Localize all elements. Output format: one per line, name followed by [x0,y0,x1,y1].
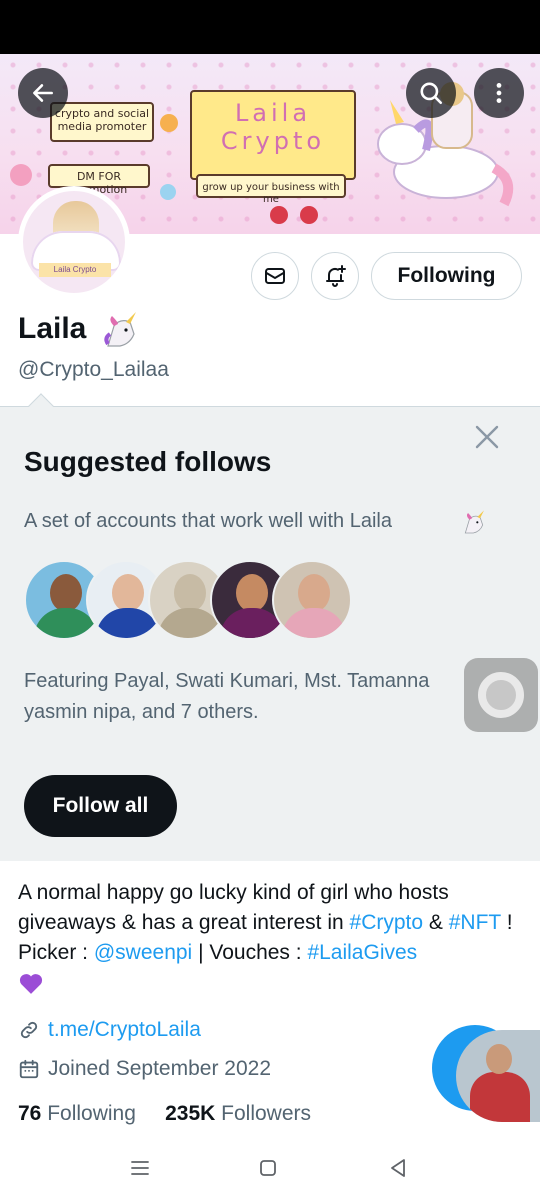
link-icon [20,1021,38,1039]
close-icon[interactable] [472,422,502,452]
banner-decoration [270,206,288,224]
assistive-ring-icon [478,672,524,718]
recent-apps-icon[interactable] [128,1156,152,1180]
unicorn-emoji-icon [464,510,484,534]
website-row[interactable]: t.me/CryptoLaila [18,1018,201,1042]
banner-sign-promoter: crypto and social media promoter [50,102,154,142]
followers-count: 235K [165,1102,216,1125]
following-button[interactable]: Following [371,252,522,300]
hashtag-link[interactable]: #LailaGives [307,941,417,964]
avatar-label: Laila Crypto [39,263,111,277]
suggested-avatar[interactable] [272,560,352,640]
search-button[interactable] [406,68,456,118]
mail-icon [265,268,285,284]
banner-sign-dm: DM FOR promotion [48,164,150,195]
suggested-follows-subtitle: A set of accounts that work well with La… [24,510,392,532]
back-button[interactable] [18,68,68,118]
bio-text: | Vouches : [192,941,308,964]
followers-count-link[interactable]: 235K Followers [165,1102,311,1125]
system-nav-bar [0,1138,540,1200]
hashtag-link[interactable]: #NFT [449,911,501,934]
followers-label: Followers [221,1102,312,1125]
banner-decoration [10,164,32,186]
banner-decoration [160,114,178,132]
notifications-button[interactable] [311,252,359,300]
website-link[interactable]: t.me/CryptoLaila [48,1018,201,1042]
featuring-text: Featuring Payal, Swati Kumari, Mst. Tama… [24,670,430,723]
profile-handle: @Crypto_Lailaa [18,358,169,381]
joined-date: Joined September 2022 [48,1057,271,1080]
back-nav-icon[interactable] [386,1156,410,1180]
bio-text: & [423,911,449,934]
home-icon[interactable] [256,1156,280,1180]
more-options-button[interactable] [474,68,524,118]
banner-tagline: grow up your business with me [196,174,346,205]
status-bar [0,0,540,54]
following-count-link[interactable]: 76 Following [18,1102,136,1125]
arrow-left-icon [33,84,53,102]
joined-row: Joined September 2022 [18,1057,271,1081]
suggested-follows-title: Suggested follows [24,446,272,477]
profile-name: Laila [18,312,87,345]
message-button[interactable] [251,252,299,300]
chat-head-figure [470,1072,530,1122]
hashtag-link[interactable]: #Crypto [350,911,424,934]
calendar-icon [19,1059,39,1079]
search-icon [420,82,443,105]
suggested-avatars[interactable] [24,560,354,640]
unicorn-emoji-icon [104,312,136,347]
chat-head-avatar[interactable] [456,1030,540,1122]
profile-avatar[interactable]: Laila Crypto [18,186,130,298]
following-label: Following [47,1102,136,1125]
following-count: 76 [18,1102,42,1125]
chat-head-face [486,1044,512,1074]
banner-decoration [160,184,176,200]
banner-title: Laila Crypto [190,90,356,180]
follow-all-button[interactable]: Follow all [24,775,177,837]
mention-link[interactable]: @sweenpi [94,941,192,964]
profile-bio: A normal happy go lucky kind of girl who… [18,878,528,998]
floating-assistive-button[interactable] [464,658,538,732]
banner-decoration [300,206,318,224]
bell-plus-icon [326,265,346,287]
more-vertical-icon [496,83,502,103]
follow-counts: 76 Following 235K Followers [18,1102,311,1126]
purple-heart-icon [19,974,43,995]
